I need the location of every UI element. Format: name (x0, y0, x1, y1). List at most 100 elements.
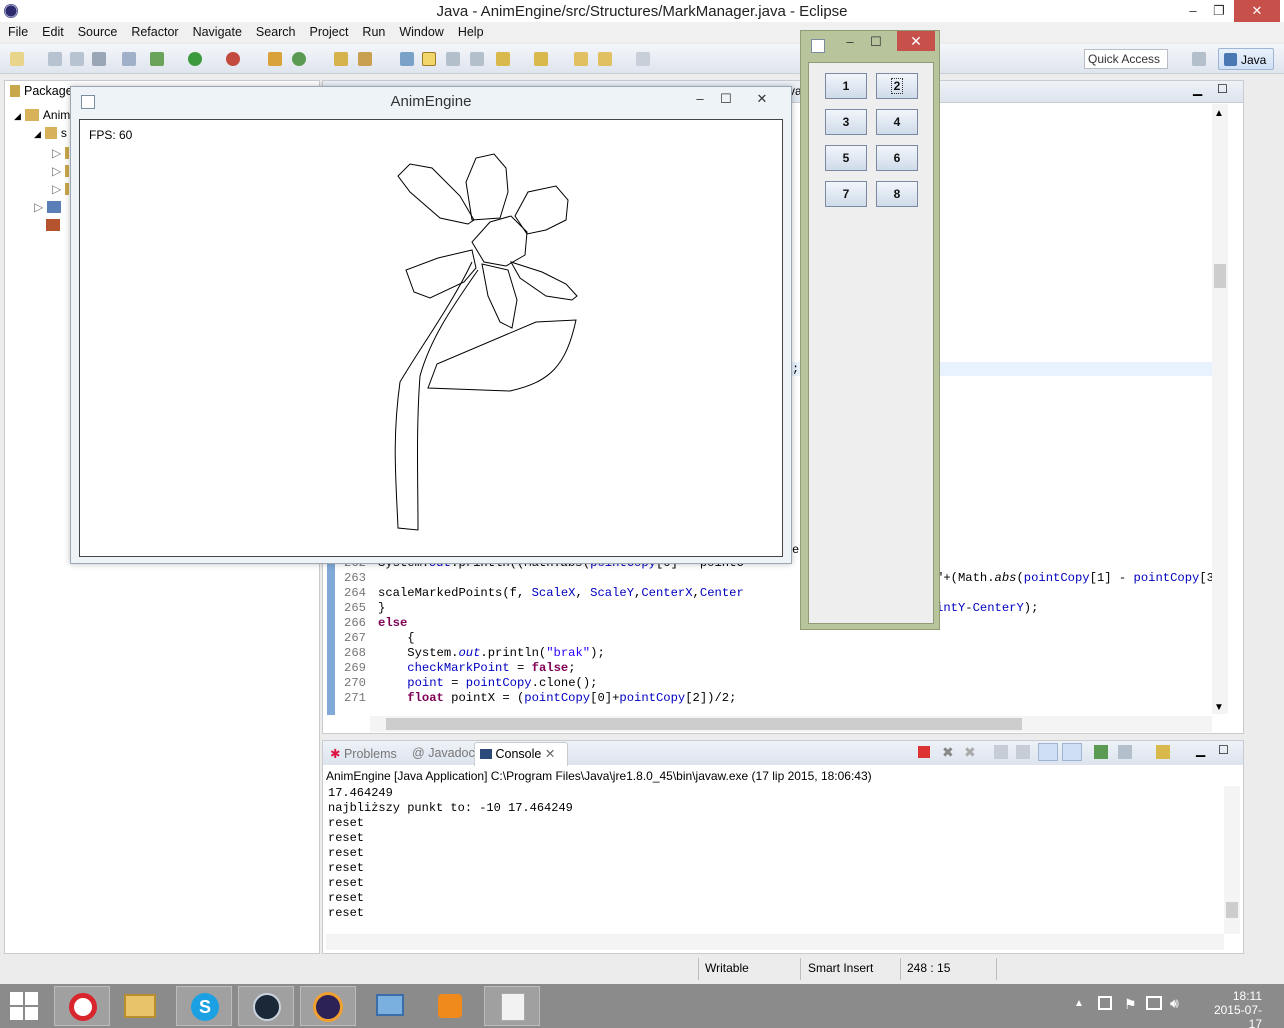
console-vertical-scrollbar[interactable] (1224, 786, 1240, 934)
animengine-maximize-button[interactable]: ☐ (711, 89, 741, 109)
menu-navigate[interactable]: Navigate (185, 22, 248, 39)
show-hidden-icons[interactable]: ▲ (1074, 998, 1084, 1009)
show-on-output-icon[interactable] (1038, 743, 1058, 761)
scroll-up-icon[interactable]: ▲ (1214, 108, 1224, 119)
back-icon[interactable] (598, 52, 612, 66)
tree-item-src[interactable]: ◢ s (34, 126, 67, 140)
open-type-icon[interactable] (334, 52, 348, 66)
tab-problems[interactable]: ✱ Problems (330, 746, 397, 761)
tree-item-resources[interactable] (46, 218, 60, 232)
animation-canvas[interactable]: FPS: 60 (79, 119, 783, 557)
number-button-5[interactable]: 5 (825, 145, 867, 171)
taskbar-file-explorer[interactable] (112, 986, 168, 1026)
scroll-thumb[interactable] (1226, 902, 1238, 918)
java-perspective-button[interactable]: Java (1218, 48, 1274, 70)
tree-item-animengine[interactable]: ◢ Anim (14, 108, 70, 122)
remove-all-icon[interactable]: ✖ (964, 744, 976, 761)
pin-console-icon[interactable] (1094, 745, 1108, 759)
console-maximize-button[interactable]: ☐ (1218, 743, 1229, 757)
taskbar-steam[interactable] (238, 986, 294, 1026)
number-button-1[interactable]: 1 (825, 73, 867, 99)
editor-vertical-scrollbar[interactable] (1212, 104, 1228, 714)
new-icon[interactable] (10, 52, 24, 66)
display-console-icon[interactable] (1118, 745, 1132, 759)
debug-icon[interactable] (150, 52, 164, 66)
block-selection-icon[interactable] (446, 52, 460, 66)
number-button-6[interactable]: 6 (876, 145, 918, 171)
show-whitespace-icon[interactable] (470, 52, 484, 66)
menu-search[interactable]: Search (248, 22, 302, 39)
scroll-thumb[interactable] (1214, 264, 1226, 288)
tree-item[interactable]: ▷ (52, 164, 69, 178)
save-icon[interactable] (48, 52, 62, 66)
menu-source[interactable]: Source (70, 22, 124, 39)
taskbar-opera[interactable] (54, 986, 110, 1026)
toggle-mark-occurrences-icon[interactable] (400, 52, 414, 66)
package-explorer-tab[interactable]: Package (10, 84, 73, 98)
volume-icon[interactable]: 🔊︎ (1170, 995, 1179, 1012)
taskbar-skype[interactable]: S (176, 986, 232, 1026)
close-tab-icon[interactable]: ✕ (545, 747, 555, 761)
restore-button[interactable]: ❐ (1204, 0, 1234, 22)
menu-window[interactable]: Window (391, 22, 449, 39)
print-icon[interactable] (92, 52, 106, 66)
scroll-down-icon[interactable]: ▼ (1214, 702, 1224, 713)
scroll-thumb[interactable] (386, 718, 1022, 730)
run-icon[interactable] (188, 52, 202, 66)
button-window-maximize[interactable]: ☐ (863, 33, 889, 51)
open-console-icon[interactable] (1156, 745, 1170, 759)
previous-annotation-icon[interactable] (534, 52, 548, 66)
clear-console-icon[interactable] (994, 745, 1008, 759)
editor-horizontal-scrollbar[interactable] (370, 716, 1212, 732)
toggle-highlight-icon[interactable] (422, 52, 436, 66)
editor-minimize-button[interactable]: ▁ (1193, 82, 1202, 96)
button-window-close[interactable]: ✕ (897, 31, 935, 51)
menu-run[interactable]: Run (354, 22, 391, 39)
show-on-error-icon[interactable] (1062, 743, 1082, 761)
menu-project[interactable]: Project (302, 22, 355, 39)
taskbar-eclipse[interactable] (300, 986, 356, 1026)
new-class-icon[interactable] (292, 52, 306, 66)
number-button-2[interactable]: 2 (876, 73, 918, 99)
search-icon[interactable] (358, 52, 372, 66)
button-window-minimize[interactable]: ‒ (837, 33, 863, 51)
code-area[interactable]: 262System.out.println((Math.abs(pointCop… (336, 542, 1212, 716)
quick-access-input[interactable]: Quick Access (1084, 49, 1168, 69)
menu-edit[interactable]: Edit (34, 22, 70, 39)
number-button-3[interactable]: 3 (825, 109, 867, 135)
menu-refactor[interactable]: Refactor (123, 22, 184, 39)
tab-javadoc[interactable]: @ Javadoc (412, 746, 475, 760)
start-button[interactable] (10, 992, 38, 1020)
tree-item-jre-library[interactable]: ▷ (34, 200, 61, 214)
terminate-icon[interactable] (918, 746, 930, 758)
tree-item[interactable]: ▷ (52, 182, 69, 196)
taskbar-java[interactable] (484, 986, 540, 1026)
action-center-icon[interactable] (1098, 996, 1112, 1010)
tab-console[interactable]: Console ✕ (480, 746, 555, 761)
skip-breakpoints-icon[interactable] (122, 52, 136, 66)
number-button-8[interactable]: 8 (876, 181, 918, 207)
number-button-4[interactable]: 4 (876, 109, 918, 135)
new-java-project-icon[interactable] (268, 52, 282, 66)
open-perspective-icon[interactable] (1192, 52, 1206, 66)
close-button[interactable]: ✕ (1234, 0, 1280, 22)
next-annotation-icon[interactable] (496, 52, 510, 66)
menu-file[interactable]: File (0, 22, 34, 39)
number-button-7[interactable]: 7 (825, 181, 867, 207)
flag-icon[interactable]: ⚑ (1124, 996, 1137, 1013)
tree-item[interactable]: ▷ (52, 146, 69, 160)
last-edit-icon[interactable] (574, 52, 588, 66)
taskbar-clock[interactable]: 18:11 2015-07-17 (1206, 989, 1262, 1028)
console-minimize-button[interactable]: ▁ (1196, 743, 1205, 757)
scroll-lock-icon[interactable] (1016, 745, 1030, 759)
external-tools-icon[interactable] (226, 52, 240, 66)
taskbar-media-player[interactable] (422, 986, 478, 1026)
forward-icon[interactable] (636, 52, 650, 66)
taskbar-remote-desktop[interactable] (362, 986, 418, 1026)
save-all-icon[interactable] (70, 52, 84, 66)
menu-help[interactable]: Help (450, 22, 490, 39)
network-icon[interactable] (1146, 996, 1162, 1010)
animengine-close-button[interactable]: ✕ (747, 89, 777, 109)
remove-launch-icon[interactable]: ✖ (942, 744, 954, 761)
console-output[interactable]: 17.464249 najbliższy punkt to: -10 17.46… (328, 786, 573, 921)
